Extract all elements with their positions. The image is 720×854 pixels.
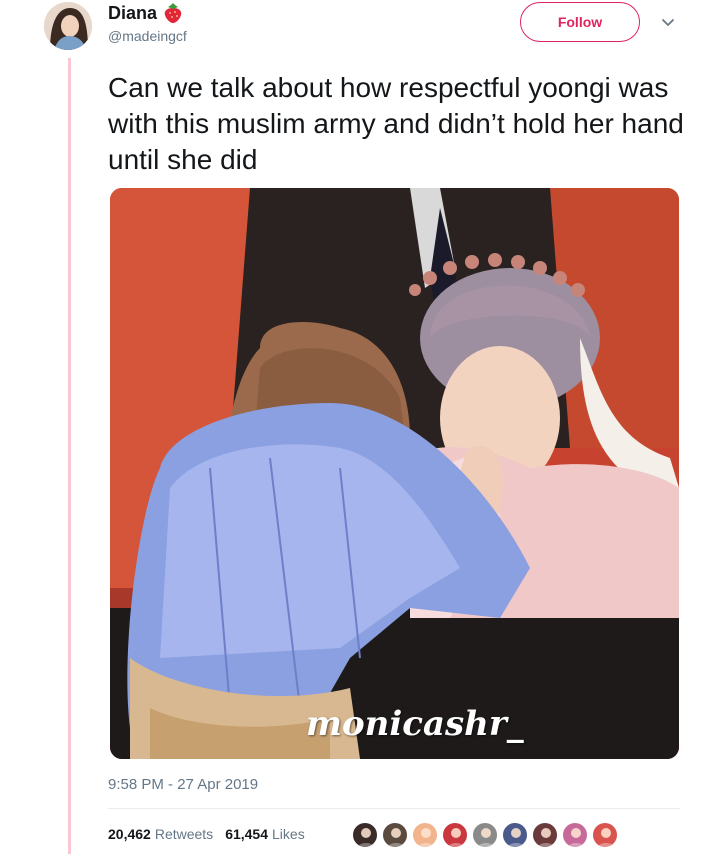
tweet-stats: 20,462 Retweets 61,454 Likes [108,826,317,842]
liker-avatar[interactable] [532,822,558,848]
chevron-down-icon[interactable] [660,14,676,30]
liker-avatar[interactable] [382,822,408,848]
likes-stat[interactable]: 61,454 Likes [225,826,305,842]
likes-label: Likes [272,826,305,842]
liker-avatar[interactable] [442,822,468,848]
tweet-media[interactable]: monicashr_ [110,188,679,759]
retweets-label: Retweets [154,826,214,842]
tweet-timestamp[interactable]: 9:58 PM - 27 Apr 2019 [108,776,258,793]
follow-button[interactable]: Follow [520,2,640,42]
display-name[interactable]: Diana [108,3,157,24]
divider [108,808,680,809]
strawberry-icon [163,2,183,24]
media-watermark: monicashr_ [306,704,524,744]
liker-avatar[interactable] [352,822,378,848]
retweets-stat[interactable]: 20,462 Retweets [108,826,213,842]
retweets-count: 20,462 [108,826,151,842]
likes-count: 61,454 [225,826,269,842]
thread-line [68,58,71,854]
liker-avatars [352,822,622,848]
liker-avatar[interactable] [562,822,588,848]
user-handle[interactable]: @madeingcf [108,28,187,44]
avatar[interactable] [44,2,92,50]
author-name-row[interactable]: Diana [108,2,183,24]
tweet-text: Can we talk about how respectful yoongi … [108,72,684,175]
liker-avatar[interactable] [592,822,618,848]
liker-avatar[interactable] [412,822,438,848]
liker-avatar[interactable] [502,822,528,848]
liker-avatar[interactable] [472,822,498,848]
